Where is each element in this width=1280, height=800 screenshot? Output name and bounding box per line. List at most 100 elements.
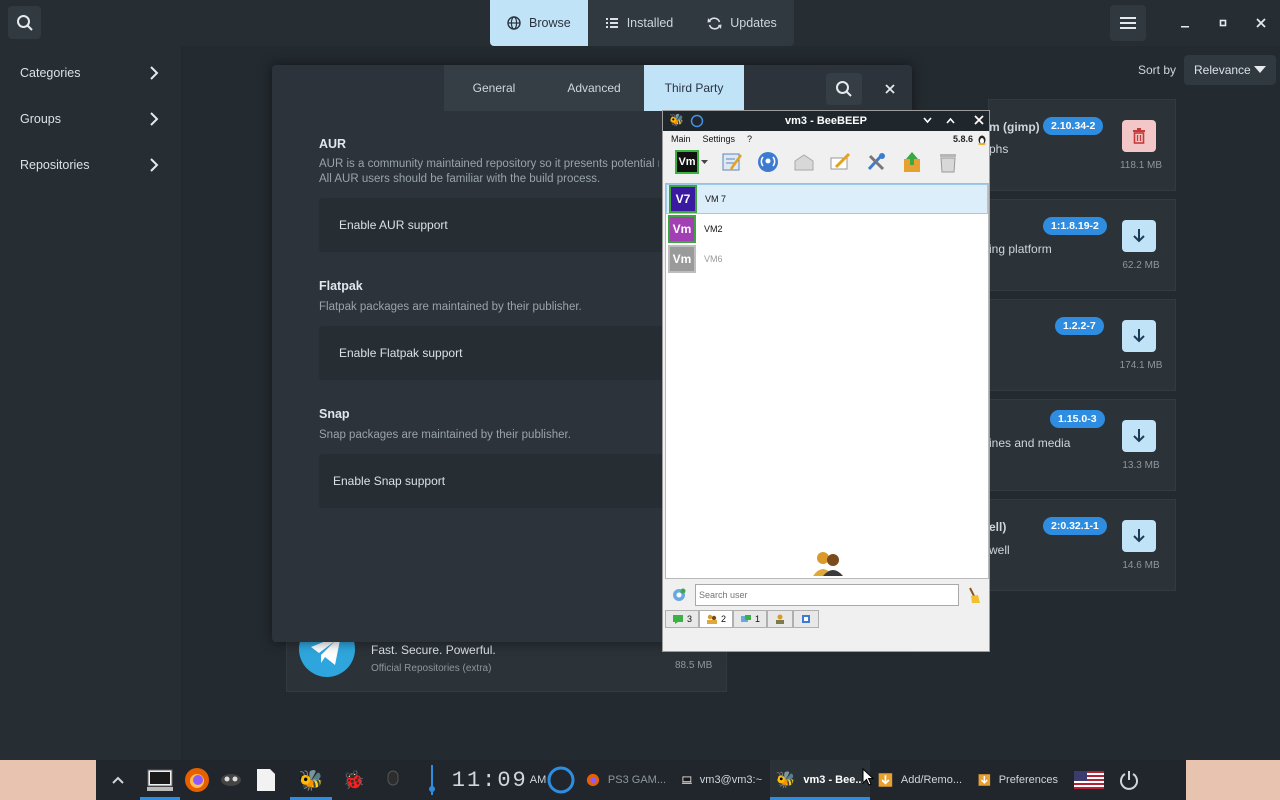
package-size: 174.1 MB: [1119, 360, 1163, 371]
task-add-remove[interactable]: Add/Remo...: [870, 760, 970, 800]
tab-third-party[interactable]: Third Party: [644, 65, 744, 111]
package-card[interactable]: ing platform 1:1.8.19-2 62.2 MB: [988, 199, 1176, 291]
launcher-files[interactable]: [248, 760, 284, 800]
files-icon: [802, 615, 811, 623]
beebeep-window: 🐝 vm3 - BeeBEEP Main Settings ? 5.8.6 Vm…: [662, 110, 990, 652]
chevron-up-icon[interactable]: [946, 117, 955, 124]
clock[interactable]: 11:09 AM: [452, 760, 547, 800]
sidebar-item-repositories[interactable]: Repositories: [0, 142, 181, 188]
task-label: Add/Remo...: [900, 774, 962, 786]
tab-installed[interactable]: Installed: [588, 0, 691, 46]
chevron-down-icon[interactable]: [923, 117, 932, 124]
dropdown-arrow-icon[interactable]: [701, 159, 708, 165]
tab-users[interactable]: 2: [699, 610, 734, 628]
top-bar: Browse Installed Updates: [0, 0, 1280, 46]
tab-users-count: 2: [721, 614, 727, 624]
users-icon: [707, 614, 718, 624]
task-ps3[interactable]: PS3 GAM...: [578, 760, 674, 800]
sidebar-item-categories[interactable]: Categories: [0, 50, 181, 96]
network-icon: [776, 614, 785, 624]
snap-support-row[interactable]: Enable Snap support: [319, 454, 664, 508]
sort-bar: Sort by Relevance: [1138, 55, 1277, 85]
launcher-mic[interactable]: [376, 760, 410, 800]
edit-profile-button[interactable]: [720, 150, 744, 174]
tools-button[interactable]: [864, 150, 888, 174]
trash-button[interactable]: [936, 150, 960, 174]
launcher-terminal[interactable]: [140, 760, 180, 800]
download-icon: [1133, 229, 1145, 243]
minimize-button[interactable]: [1166, 0, 1204, 46]
flatpak-support-row[interactable]: Enable Flatpak support: [319, 326, 664, 380]
keyboard-layout[interactable]: [1066, 760, 1112, 800]
launcher-beebeep[interactable]: 🐝: [290, 760, 332, 800]
update-button[interactable]: [900, 150, 924, 174]
power-button[interactable]: [1112, 760, 1146, 800]
list-item[interactable]: V7 VM 7: [666, 184, 988, 214]
close-icon[interactable]: [974, 115, 984, 125]
menu-main[interactable]: Main: [671, 134, 691, 144]
remove-button[interactable]: [1122, 120, 1156, 152]
message-button[interactable]: [792, 150, 816, 174]
launcher-bug[interactable]: 🐞: [332, 760, 376, 800]
flatpak-support-label: Enable Flatpak support: [339, 346, 463, 360]
menu-button[interactable]: [1110, 5, 1146, 41]
us-flag-icon: [1074, 771, 1104, 789]
list-icon: [605, 18, 618, 28]
sidebar-item-groups[interactable]: Groups: [0, 96, 181, 142]
launcher-ghost[interactable]: [214, 760, 248, 800]
taskbar: 🐝 🐞 11:09 AM PS3 GAM... vm3@vm3:~ 🐝 vm3: [0, 760, 1280, 800]
package-card[interactable]: ell) well 2:0.32.1-1 14.6 MB: [988, 499, 1176, 591]
clear-icon[interactable]: [965, 586, 981, 604]
user-name: VM 7: [705, 194, 727, 204]
package-card[interactable]: ines and media 1.15.0-3 13.3 MB: [988, 399, 1176, 491]
package-card[interactable]: 1.2.2-7 174.1 MB: [988, 299, 1176, 391]
my-avatar-button[interactable]: Vm: [675, 150, 699, 174]
aur-support-row[interactable]: Enable AUR support: [319, 198, 664, 252]
package-size: 118.1 MB: [1119, 160, 1163, 171]
list-item[interactable]: Vm VM6: [666, 244, 988, 274]
search-button[interactable]: [8, 6, 41, 39]
tab-browse[interactable]: Browse: [490, 0, 588, 46]
sort-select[interactable]: Relevance: [1184, 55, 1277, 85]
menu-help[interactable]: ?: [747, 134, 752, 144]
section-desc-snap: Snap packages are maintained by their pu…: [319, 429, 571, 441]
task-preferences[interactable]: Preferences: [970, 760, 1066, 800]
tab-groups[interactable]: 1: [733, 610, 768, 628]
write-button[interactable]: [828, 150, 852, 174]
install-button[interactable]: [1122, 320, 1156, 352]
close-button[interactable]: [1242, 0, 1280, 46]
tab-general[interactable]: General: [444, 65, 544, 111]
install-button[interactable]: [1122, 520, 1156, 552]
tab-files[interactable]: [793, 610, 820, 628]
avatar: Vm: [668, 215, 696, 243]
search-user-input[interactable]: [695, 584, 959, 606]
task-terminal[interactable]: vm3@vm3:~: [674, 760, 770, 800]
version-badge: 1.2.2-7: [1055, 317, 1104, 335]
tab-chats[interactable]: 3: [665, 610, 700, 628]
tab-advanced[interactable]: Advanced: [544, 65, 644, 111]
network-button[interactable]: [756, 150, 780, 174]
settings-icon[interactable]: [671, 587, 687, 603]
beebeep-toolbar: Vm: [663, 147, 989, 177]
dialog-search-button[interactable]: [826, 73, 862, 105]
launcher-firefox[interactable]: [180, 760, 214, 800]
package-name: ell): [989, 520, 1007, 534]
package-card[interactable]: m (gimp) phs 2.10.34-2 118.1 MB: [988, 99, 1176, 191]
bee-icon: 🐝: [775, 772, 796, 789]
task-label: vm3@vm3:~: [699, 774, 762, 786]
install-button[interactable]: [1122, 220, 1156, 252]
task-beebeep[interactable]: 🐝 vm3 - Bee...: [770, 760, 870, 800]
volume-slider[interactable]: [410, 760, 454, 800]
show-tray-button[interactable]: [96, 760, 140, 800]
tab-network[interactable]: [767, 610, 794, 628]
list-item[interactable]: Vm VM2: [666, 214, 988, 244]
beebeep-titlebar[interactable]: 🐝 vm3 - BeeBEEP: [663, 111, 989, 131]
install-button[interactable]: [1122, 420, 1156, 452]
tab-updates[interactable]: Updates: [690, 0, 794, 46]
circle-launcher[interactable]: [544, 760, 578, 800]
dialog-close-button[interactable]: [872, 73, 908, 105]
tab-chats-count: 3: [687, 614, 693, 624]
menu-settings[interactable]: Settings: [703, 134, 736, 144]
chevron-right-icon: [150, 158, 159, 172]
maximize-button[interactable]: [1204, 0, 1242, 46]
